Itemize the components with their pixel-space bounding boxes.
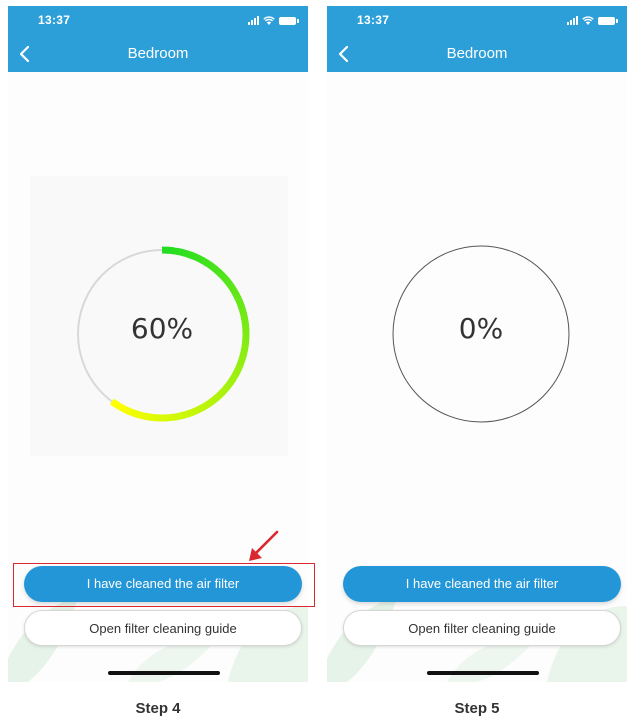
ring-progress-segment (234, 363, 244, 373)
ring-progress-segment (196, 254, 205, 264)
wifi-icon (263, 16, 275, 25)
ring-progress-segment (139, 411, 147, 420)
ring-progress-segment (186, 408, 195, 418)
signal-icon (248, 16, 259, 25)
ring-progress-segment (177, 248, 185, 257)
open-guide-button[interactable]: Open filter cleaning guide (24, 610, 302, 646)
ring-progress-segment (181, 410, 190, 419)
status-time: 13:37 (357, 13, 390, 27)
ring-progress-segment (195, 404, 205, 414)
ring-progress-segment (220, 274, 230, 284)
ring-progress-segment (226, 377, 236, 387)
page-title: Bedroom (127, 45, 189, 62)
ring-progress-segment (220, 385, 230, 395)
ring-progress-segment (236, 301, 246, 310)
ring-progress-segment (234, 296, 244, 306)
filter-percent-label: 0% (458, 312, 504, 345)
ring-progress-segment (114, 401, 124, 411)
open-guide-button[interactable]: Open filter cleaning guide (343, 610, 621, 646)
ring-progress-segment (208, 396, 218, 406)
phone-screen-step-5: 13:37 Bedroom 0% I have cleaned the air … (327, 6, 627, 682)
ring-progress-segment (217, 270, 227, 280)
ring-progress-segment (209, 263, 219, 273)
ring-progress-segment (232, 368, 242, 377)
ring-progress-segment (172, 247, 180, 256)
ring-progress-segment (236, 358, 246, 368)
ring-progress-segment (212, 392, 222, 402)
home-indicator (108, 671, 220, 675)
ring-progress-segment (166, 413, 173, 422)
ring-progress-segment (134, 410, 143, 419)
ring-progress-segment (205, 260, 215, 270)
filter-percent-label: 60% (130, 312, 194, 345)
ring-progress-segment (229, 372, 239, 382)
ring-progress-segment (109, 398, 119, 408)
cleaned-filter-button[interactable]: I have cleaned the air filter (343, 566, 621, 602)
battery-icon (598, 17, 618, 25)
ring-progress-segment (190, 406, 200, 416)
ring-progress-segment (167, 246, 174, 255)
ring-progress-segment (200, 401, 209, 412)
filter-progress-ring: 0% (389, 242, 573, 426)
ring-progress-segment (227, 282, 237, 292)
ring-progress-segment (171, 413, 179, 421)
ring-progress-segment (181, 249, 190, 258)
ring-progress-segment (213, 266, 223, 276)
ring-progress-segment (128, 408, 138, 418)
home-indicator (427, 671, 539, 675)
signal-icon (567, 16, 578, 25)
ring-progress-segment (232, 291, 242, 301)
filter-progress-ring: 60% (70, 242, 254, 426)
ring-progress-segment (119, 404, 128, 414)
ring-progress-segment (150, 413, 157, 422)
highlight-box (13, 563, 315, 607)
wifi-icon (582, 16, 594, 25)
ring-progress-segment (239, 349, 248, 357)
status-time: 13:37 (38, 13, 71, 27)
ring-progress-segment (200, 257, 210, 267)
red-arrow-icon (244, 530, 280, 564)
ring-progress-segment (223, 381, 233, 391)
ring-progress-segment (216, 389, 226, 399)
ring-progress-segment (240, 344, 249, 352)
nav-bar: Bedroom (8, 34, 308, 72)
ring-progress-segment (123, 406, 133, 416)
nav-bar: Bedroom (327, 34, 627, 72)
ring-progress-segment (229, 287, 240, 296)
page-title: Bedroom (446, 45, 508, 62)
ring-progress-segment (224, 278, 234, 288)
ring-progress-segment (176, 411, 184, 421)
ring-progress-segment (144, 412, 152, 421)
ring-progress-segment (238, 353, 247, 362)
battery-icon (279, 17, 299, 25)
status-bar: 13:37 (8, 6, 308, 34)
step-caption: Step 5 (454, 700, 500, 717)
step-caption: Step 4 (135, 700, 181, 717)
ring-progress-segment (186, 250, 196, 260)
ring-progress-segment (204, 399, 214, 409)
ring-progress-segment (191, 252, 201, 262)
status-bar: 13:37 (327, 6, 627, 34)
